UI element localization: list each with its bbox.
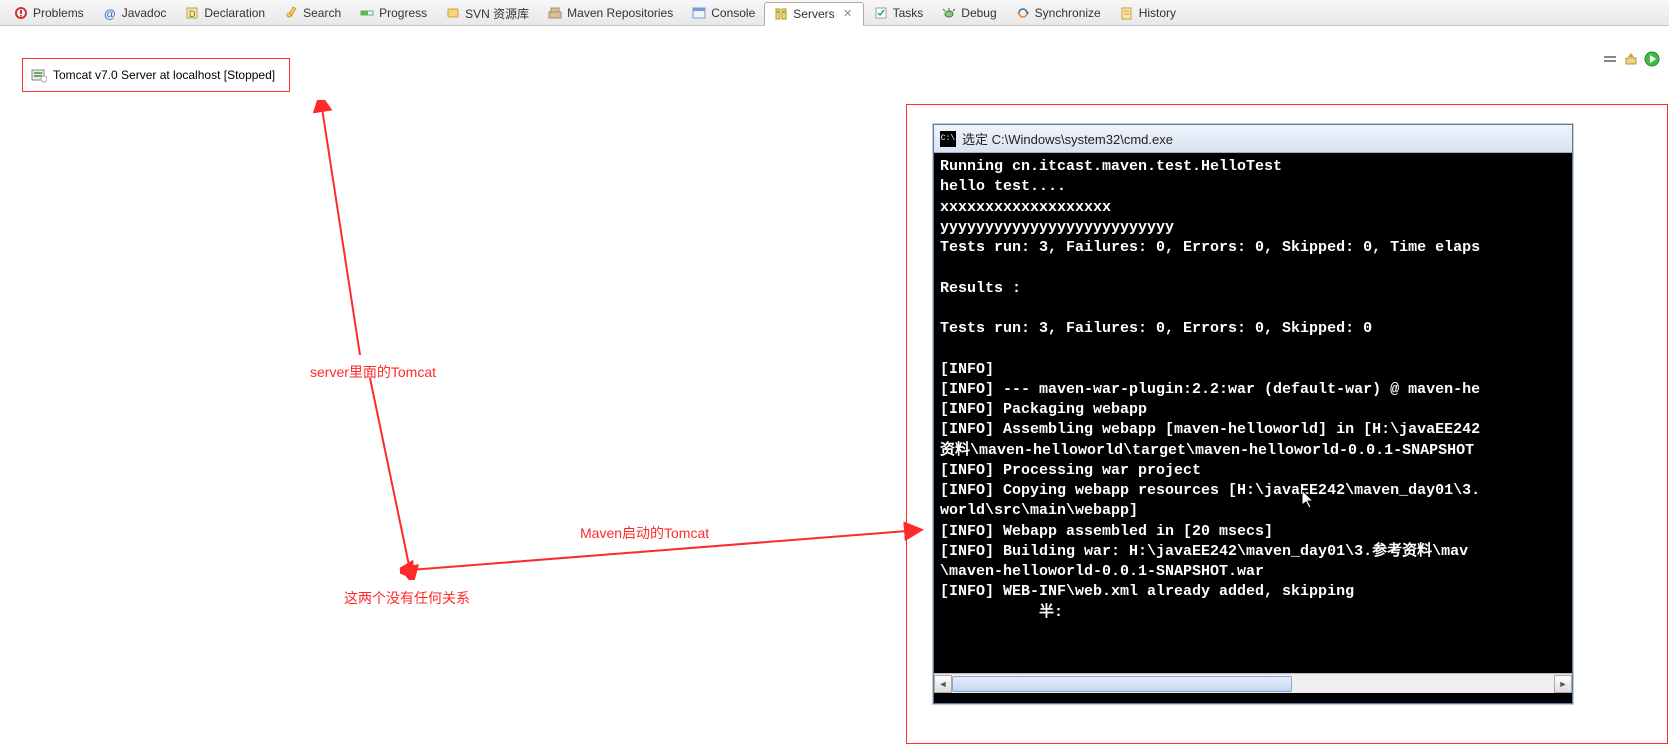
annotation-no-relation: 这两个没有任何关系 bbox=[344, 588, 470, 608]
tab-label: Servers bbox=[793, 7, 834, 21]
view-tab-bar: Problems @ Javadoc D Declaration Search … bbox=[0, 0, 1669, 26]
annotation-maven-tomcat: Maven启动的Tomcat bbox=[580, 523, 709, 543]
progress-icon bbox=[359, 5, 375, 21]
servers-toolbar bbox=[1601, 50, 1661, 68]
synchronize-icon bbox=[1015, 5, 1031, 21]
start-server-icon[interactable] bbox=[1643, 50, 1661, 68]
search-icon bbox=[283, 5, 299, 21]
publish-icon[interactable] bbox=[1622, 50, 1640, 68]
tab-label: Javadoc bbox=[122, 6, 167, 20]
tab-label: Synchronize bbox=[1035, 6, 1101, 20]
tab-synchronize[interactable]: Synchronize bbox=[1006, 1, 1110, 25]
scroll-thumb[interactable] bbox=[952, 676, 1292, 692]
arrow-down-1 bbox=[350, 370, 470, 580]
history-icon bbox=[1119, 5, 1135, 21]
tab-debug[interactable]: Debug bbox=[932, 1, 1005, 25]
svn-icon bbox=[445, 5, 461, 21]
problems-icon bbox=[13, 5, 29, 21]
cmd-output: Running cn.itcast.maven.test.HelloTest h… bbox=[934, 153, 1572, 673]
tab-label: Progress bbox=[379, 6, 427, 20]
close-icon[interactable]: ✕ bbox=[841, 7, 855, 21]
cmd-title: 选定 C:\Windows\system32\cmd.exe bbox=[962, 129, 1173, 148]
tab-maven-repositories[interactable]: Maven Repositories bbox=[538, 1, 682, 25]
svg-text:D: D bbox=[189, 9, 196, 19]
tab-label: Declaration bbox=[204, 6, 265, 20]
tab-svn[interactable]: SVN 资源库 bbox=[436, 1, 538, 25]
tab-problems[interactable]: Problems bbox=[4, 1, 93, 25]
tab-label: History bbox=[1139, 6, 1176, 20]
declaration-icon: D bbox=[184, 5, 200, 21]
tab-declaration[interactable]: D Declaration bbox=[175, 1, 274, 25]
server-item-box: Tomcat v7.0 Server at localhost [Stopped… bbox=[22, 58, 290, 92]
mouse-cursor-icon bbox=[1302, 490, 1318, 510]
tab-label: Search bbox=[303, 6, 341, 20]
tab-javadoc[interactable]: @ Javadoc bbox=[93, 1, 176, 25]
tab-progress[interactable]: Progress bbox=[350, 1, 436, 25]
debug-icon bbox=[941, 5, 957, 21]
tab-history[interactable]: History bbox=[1110, 1, 1185, 25]
javadoc-icon: @ bbox=[102, 5, 118, 21]
annotation-server-tomcat: server里面的Tomcat bbox=[310, 362, 436, 382]
arrow-to-server-box bbox=[300, 100, 420, 360]
server-item-label[interactable]: Tomcat v7.0 Server at localhost [Stopped… bbox=[53, 68, 275, 82]
svg-text:@: @ bbox=[104, 7, 116, 20]
tab-label: Tasks bbox=[893, 6, 924, 20]
tab-label: Debug bbox=[961, 6, 996, 20]
tab-label: Console bbox=[711, 6, 755, 20]
console-icon bbox=[691, 5, 707, 21]
tab-tasks[interactable]: Tasks bbox=[864, 1, 933, 25]
tab-label: Maven Repositories bbox=[567, 6, 673, 20]
tab-servers[interactable]: Servers ✕ bbox=[764, 2, 863, 26]
collapse-icon[interactable] bbox=[1601, 50, 1619, 68]
cmd-window: C:\ 选定 C:\Windows\system32\cmd.exe Runni… bbox=[933, 124, 1573, 704]
cmd-icon: C:\ bbox=[940, 131, 956, 147]
servers-icon bbox=[773, 6, 789, 22]
scroll-left-icon[interactable]: ◄ bbox=[934, 675, 952, 693]
scroll-track[interactable] bbox=[952, 675, 1554, 693]
cmd-titlebar[interactable]: C:\ 选定 C:\Windows\system32\cmd.exe bbox=[934, 125, 1572, 153]
tab-label: SVN 资源库 bbox=[465, 5, 529, 22]
scroll-right-icon[interactable]: ► bbox=[1554, 675, 1572, 693]
tab-console[interactable]: Console bbox=[682, 1, 764, 25]
tomcat-server-icon bbox=[31, 67, 47, 83]
maven-repo-icon bbox=[547, 5, 563, 21]
tab-search[interactable]: Search bbox=[274, 1, 350, 25]
cmd-horizontal-scrollbar[interactable]: ◄ ► bbox=[934, 673, 1572, 693]
tab-label: Problems bbox=[33, 6, 84, 20]
tasks-icon bbox=[873, 5, 889, 21]
